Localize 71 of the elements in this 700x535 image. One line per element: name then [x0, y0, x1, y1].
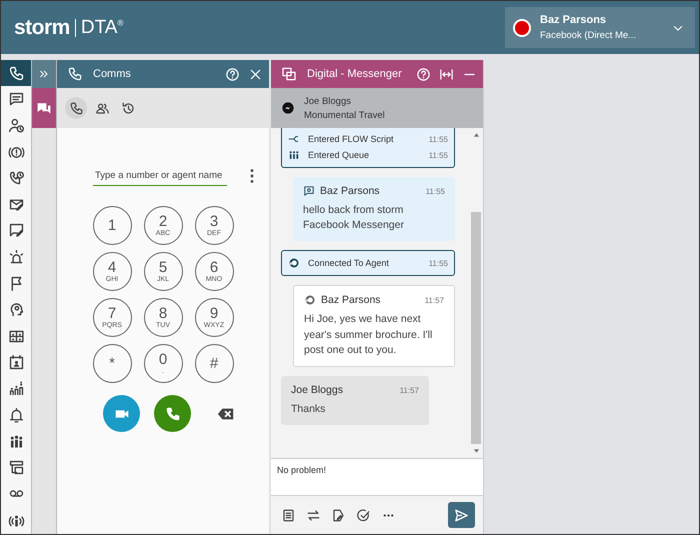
event-time: 11:55: [428, 258, 448, 268]
event-text: Entered FLOW Script: [308, 134, 395, 144]
comment-edit-icon: [8, 222, 24, 240]
user-channel: Facebook (Direct Me...: [540, 30, 638, 41]
layout-icon: [8, 459, 24, 476]
call-button[interactable]: [154, 395, 191, 432]
notes-icon[interactable]: [281, 508, 296, 522]
people-icon: [94, 100, 110, 116]
logo-product: DTA$^{®}$: [80, 16, 124, 38]
double-chevron-icon: [38, 68, 50, 80]
message-time: 11:57: [400, 386, 419, 395]
phone-clock-icon: [8, 170, 24, 187]
transfer-icon[interactable]: [306, 508, 321, 522]
tab[interactable]: [65, 97, 87, 119]
history-icon: [120, 100, 136, 116]
message-text: Thanks: [291, 402, 326, 418]
windows-icon: [281, 66, 297, 82]
help-icon[interactable]: [416, 66, 431, 82]
scroll-down-icon[interactable]: [472, 448, 480, 454]
logo-word: storm: [14, 16, 70, 40]
chat-icon: [36, 100, 52, 116]
keypad-key[interactable]: 1: [92, 206, 132, 245]
send-icon: [454, 508, 469, 522]
sender-name: Baz Parsons: [321, 294, 382, 306]
flow-icon: [288, 133, 300, 145]
chat-gear-icon: [303, 185, 315, 197]
send-button[interactable]: [448, 502, 475, 528]
help-icon[interactable]: [225, 66, 240, 82]
dock-item[interactable]: [32, 88, 56, 128]
event-time: 11:55: [428, 134, 448, 144]
chat-icon: [8, 90, 24, 108]
contact-company: Monumental Travel: [304, 110, 385, 120]
people-chart-icon: [8, 380, 24, 398]
phone-icon: [8, 64, 24, 82]
keypad-key[interactable]: #: [194, 344, 234, 383]
panel-title: Comms: [93, 68, 132, 80]
event-text: Connected To Agent: [308, 258, 390, 268]
event-text: Entered Queue: [308, 150, 370, 160]
expand-width-icon[interactable]: [439, 66, 454, 82]
event-time: 11:55: [428, 150, 448, 160]
people-board-icon: [8, 328, 24, 345]
number-field[interactable]: Type a number or agent name: [93, 166, 227, 186]
message-text: hello back from storm Facebook Messenger: [303, 203, 405, 234]
person-clock-icon: [8, 117, 24, 134]
siren-icon: [8, 248, 24, 266]
headset-icon: [288, 257, 300, 270]
contact-name: Joe Bloggs: [304, 96, 352, 106]
phone-icon: [164, 404, 182, 422]
video-call-button[interactable]: [103, 395, 140, 432]
head-gear-icon: [8, 301, 24, 318]
sender-name: Joe Bloggs: [291, 384, 344, 396]
bell-icon: [8, 406, 24, 424]
queue-icon: [288, 149, 300, 161]
message-time: 11:55: [426, 186, 445, 196]
message-time: 11:57: [424, 296, 444, 305]
sidebar-item[interactable]: [1, 60, 31, 86]
scroll-up-icon[interactable]: [472, 132, 480, 138]
tag-edit-icon[interactable]: [331, 508, 346, 522]
more-icon[interactable]: [249, 167, 255, 185]
user-name: Baz Parsons: [540, 14, 608, 26]
phone-icon: [67, 66, 83, 82]
calendar-person-icon: [8, 354, 24, 371]
sender-name: Baz Parsons: [320, 185, 381, 197]
message-text: Hi Joe, yes we have next year's summer brochure. I'll post one out to you.: [304, 312, 434, 358]
user-status-card[interactable]: Baz Parsons Facebook (Direct Me...: [505, 7, 695, 48]
keypad-key[interactable]: *: [92, 344, 132, 383]
phone-icon: [68, 100, 84, 116]
messenger-icon: [281, 101, 295, 115]
panel-title: Digital - Messenger: [307, 68, 403, 80]
message-field[interactable]: No problem!: [271, 458, 483, 496]
headset-icon: [304, 294, 316, 306]
